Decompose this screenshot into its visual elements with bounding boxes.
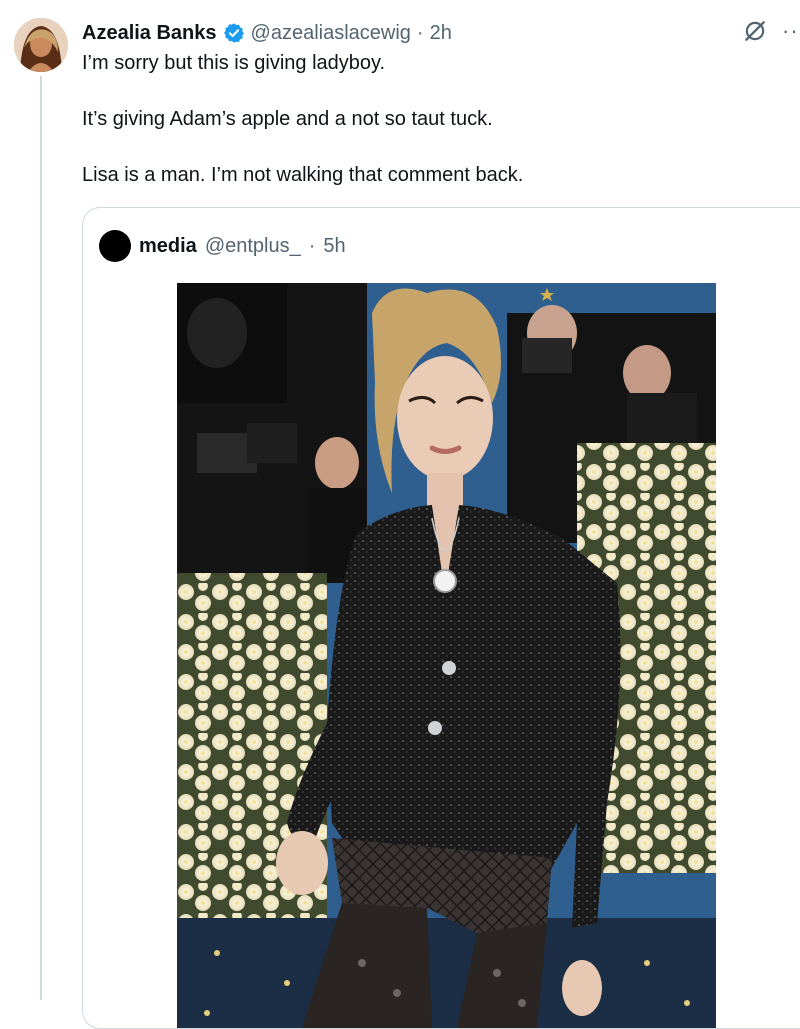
quote-author-handle[interactable]: @entplus_ [205, 235, 301, 258]
tweet-text: I’m sorry but this is giving ladyboy. It… [82, 50, 782, 218]
quote-header: media @entplus_ · 5h [99, 230, 346, 262]
grok-icon[interactable] [742, 18, 768, 44]
verified-badge-icon [223, 22, 245, 44]
tweet-top-actions: ··· [742, 18, 800, 44]
author-display-name[interactable]: Azealia Banks [82, 22, 217, 45]
author-handle[interactable]: @azealiaslacewig [251, 22, 411, 45]
quote-avatar[interactable] [99, 230, 131, 262]
tweet-paragraph: It’s giving Adam’s apple and a not so ta… [82, 108, 493, 130]
quote-timestamp[interactable]: 5h [323, 235, 345, 258]
avatar[interactable] [14, 18, 68, 72]
thread-line [40, 76, 42, 1000]
quote-separator-dot: · [308, 234, 316, 257]
tweet-header: Azealia Banks @azealiaslacewig · 2h [82, 18, 452, 48]
quoted-tweet[interactable]: media @entplus_ · 5h [82, 207, 800, 1029]
tweet-paragraph: Lisa is a man. I’m not walking that comm… [82, 164, 524, 186]
more-icon[interactable]: ··· [782, 18, 800, 44]
quote-media-image[interactable] [177, 283, 716, 1028]
quote-author-name[interactable]: media [139, 235, 197, 258]
tweet-timestamp[interactable]: 2h [430, 22, 452, 45]
tweet-paragraph: I’m sorry but this is giving ladyboy. [82, 52, 386, 74]
separator-dot: · [416, 21, 424, 44]
